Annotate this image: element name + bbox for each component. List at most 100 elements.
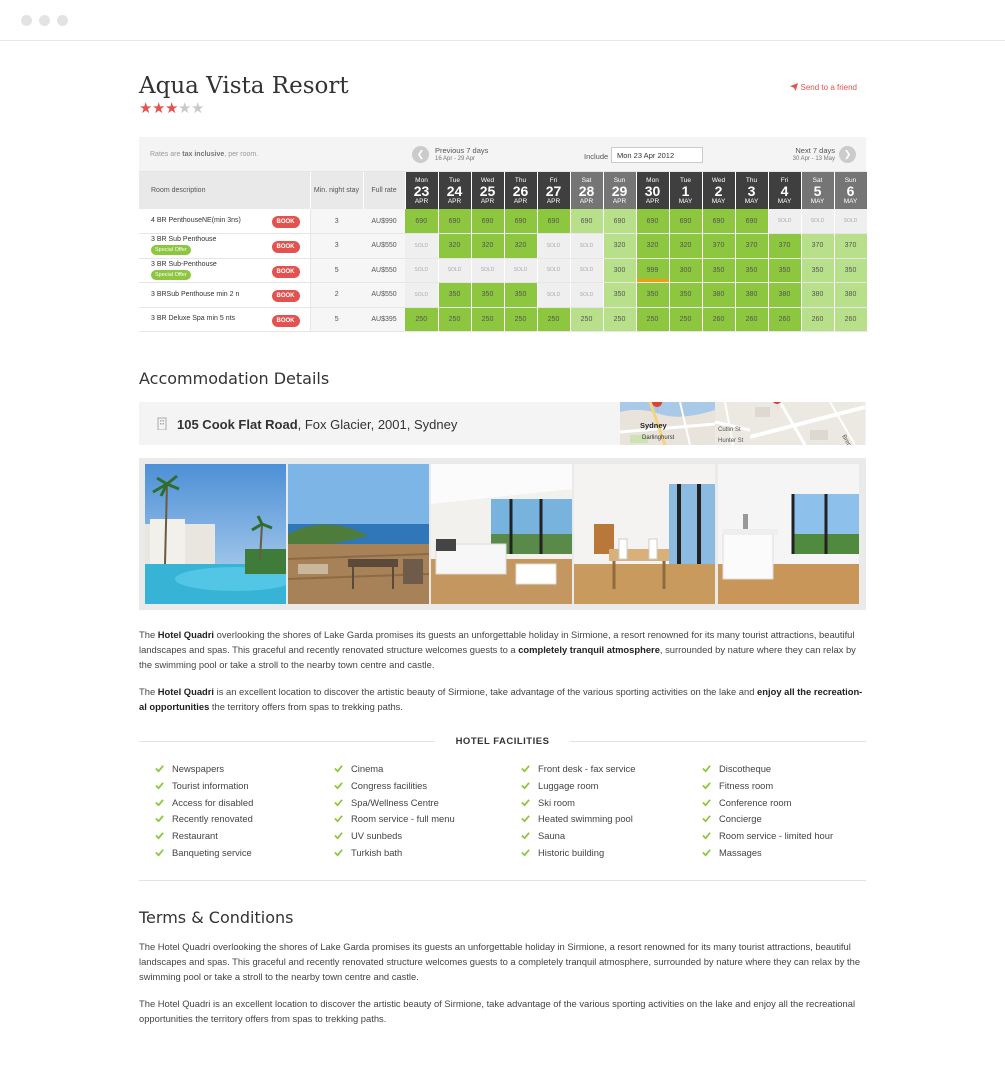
window-maximize-dot[interactable] [57, 15, 68, 26]
gallery-photo-terrace[interactable] [288, 464, 429, 604]
gallery-photo-kitchen[interactable] [718, 464, 859, 604]
rate-cell[interactable]: 320 [669, 233, 703, 259]
day-header: Thu 3 MAY [735, 172, 769, 209]
rate-cell[interactable]: 260 [735, 307, 769, 332]
rate-cell[interactable]: 300 [669, 258, 703, 283]
rate-cell[interactable]: SOLD [438, 258, 472, 283]
rate-cell[interactable]: 690 [405, 209, 439, 234]
book-button[interactable]: BOOK [271, 314, 300, 327]
rate-cell[interactable]: 250 [471, 307, 505, 332]
rate-cell[interactable]: 350 [504, 282, 538, 308]
facility-item: Tourist information [155, 780, 253, 797]
min-night-stay-header: Min. night stay [310, 172, 364, 209]
rate-cell[interactable]: 690 [702, 209, 736, 234]
rate-cell[interactable]: 320 [603, 233, 637, 259]
rate-cell[interactable]: 320 [504, 233, 538, 259]
rate-cell[interactable]: 350 [702, 258, 736, 283]
rate-cell[interactable]: 690 [537, 209, 571, 234]
rate-cell[interactable]: 260 [834, 307, 868, 332]
rate-cell[interactable]: SOLD [834, 209, 868, 234]
rate-cell[interactable]: 370 [801, 233, 835, 259]
rate-cell[interactable]: 350 [471, 282, 505, 308]
window-close-dot[interactable] [21, 15, 32, 26]
rate-cell[interactable]: SOLD [570, 258, 604, 283]
next-days-label[interactable]: Next 7 days 30 Apr - 13 May [793, 146, 835, 164]
next-days-button[interactable]: ❯ [839, 146, 856, 163]
rate-cell[interactable]: 350 [735, 258, 769, 283]
check-icon [702, 832, 711, 840]
rate-cell[interactable]: 320 [471, 233, 505, 259]
rate-cell[interactable]: 350 [636, 282, 670, 308]
rate-cell[interactable]: 350 [834, 258, 868, 283]
rate-cell[interactable]: 250 [504, 307, 538, 332]
rate-cell[interactable]: 250 [669, 307, 703, 332]
send-to-friend-link[interactable]: Send to a friend [789, 83, 857, 92]
rate-cell[interactable]: SOLD [405, 233, 439, 259]
rate-cell[interactable]: 250 [438, 307, 472, 332]
gallery-photo-dining[interactable] [574, 464, 715, 604]
rate-cell[interactable]: 350 [801, 258, 835, 283]
rate-cell[interactable]: 690 [636, 209, 670, 234]
rate-cell[interactable]: 320 [438, 233, 472, 259]
rate-cell[interactable]: 370 [834, 233, 868, 259]
book-button[interactable]: BOOK [271, 241, 300, 253]
rate-cell[interactable]: SOLD [570, 233, 604, 259]
rate-cell[interactable]: SOLD [570, 282, 604, 308]
rate-cell[interactable]: SOLD [768, 209, 802, 234]
rate-cell[interactable]: 350 [603, 282, 637, 308]
rate-cell[interactable]: 250 [405, 307, 439, 332]
rate-cell[interactable]: 250 [570, 307, 604, 332]
rate-cell[interactable]: SOLD [504, 258, 538, 283]
rate-cell[interactable]: 250 [603, 307, 637, 332]
rate-cell[interactable]: 350 [669, 282, 703, 308]
rate-cell[interactable]: 690 [570, 209, 604, 234]
map-thumbnail-city[interactable]: Sydney Darlinghurst [620, 402, 715, 445]
rate-cell[interactable]: 250 [636, 307, 670, 332]
book-button[interactable]: BOOK [271, 265, 300, 278]
rate-cell[interactable]: 690 [471, 209, 505, 234]
rate-cell[interactable]: 250 [537, 307, 571, 332]
rate-cell[interactable]: SOLD [801, 209, 835, 234]
rate-cell[interactable]: 370 [702, 233, 736, 259]
min-night-stay-cell: 5 [309, 258, 363, 283]
window-minimize-dot[interactable] [39, 15, 50, 26]
rate-cell[interactable]: 690 [603, 209, 637, 234]
rate-cell[interactable]: 690 [669, 209, 703, 234]
rate-cell[interactable]: 380 [834, 282, 868, 308]
rate-cell[interactable]: SOLD [471, 258, 505, 283]
rate-cell[interactable]: SOLD [537, 282, 571, 308]
rate-cell[interactable]: 690 [735, 209, 769, 234]
rate-cell[interactable]: SOLD [537, 258, 571, 283]
map-thumbnail-street[interactable]: Brent St [750, 402, 865, 445]
gallery-photo-living-room[interactable] [431, 464, 572, 604]
rate-cell[interactable]: 260 [702, 307, 736, 332]
rate-cell[interactable]: 380 [801, 282, 835, 308]
rate-cell[interactable]: 380 [702, 282, 736, 308]
rate-cell[interactable]: 380 [768, 282, 802, 308]
rate-cell[interactable]: 690 [438, 209, 472, 234]
rate-cell[interactable]: 350 [438, 282, 472, 308]
rate-cell[interactable]: 370 [768, 233, 802, 259]
rate-cell[interactable]: 370 [735, 233, 769, 259]
previous-days-button[interactable]: ❮ [412, 146, 429, 163]
book-button[interactable]: BOOK [271, 216, 300, 228]
gallery-photo-pool[interactable] [145, 464, 286, 604]
rate-cell[interactable]: SOLD [405, 258, 439, 283]
full-rate-cell: AU$990 [363, 209, 405, 234]
rate-cell[interactable]: 380 [735, 282, 769, 308]
map-thumbnail-mid[interactable]: Cutlin St Hunter St [715, 402, 750, 445]
rate-cell[interactable]: SOLD [537, 233, 571, 259]
rate-cell[interactable]: 999 [636, 258, 670, 283]
rate-cell[interactable]: 320 [636, 233, 670, 259]
previous-days-label[interactable]: Previous 7 days 16 Apr - 29 Apr [435, 146, 488, 164]
rate-cell[interactable]: 260 [801, 307, 835, 332]
rate-cell[interactable]: 260 [768, 307, 802, 332]
rate-cell[interactable]: SOLD [405, 282, 439, 308]
include-date-input[interactable] [611, 147, 703, 163]
rate-cell[interactable]: 690 [504, 209, 538, 234]
check-icon [702, 849, 711, 857]
check-icon [521, 765, 530, 773]
book-button[interactable]: BOOK [271, 290, 300, 302]
rate-cell[interactable]: 300 [603, 258, 637, 283]
rate-cell[interactable]: 350 [768, 258, 802, 283]
